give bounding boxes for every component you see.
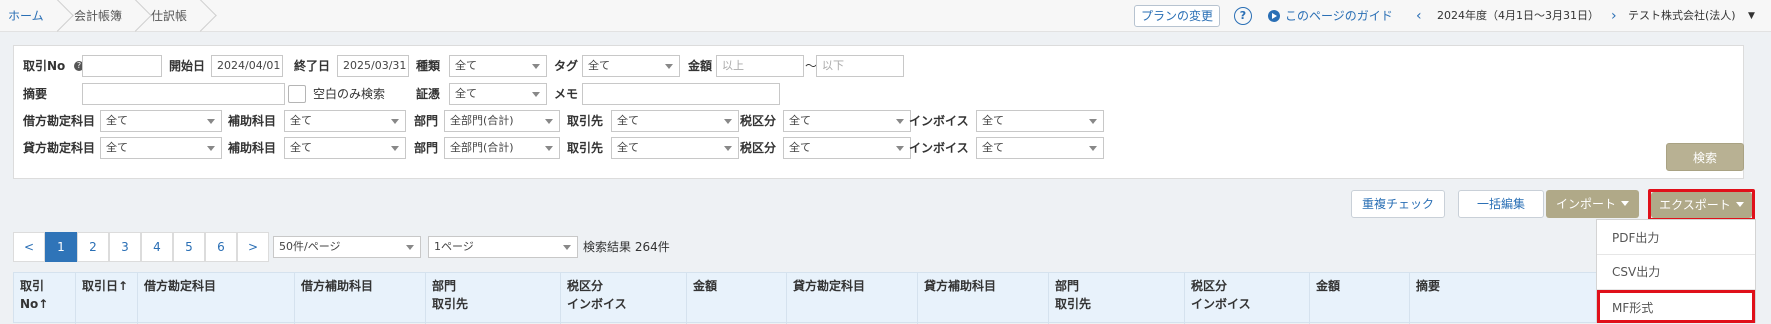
debit-partner-select[interactable]: 全て — [611, 110, 739, 132]
export-highlight — [1648, 189, 1755, 221]
next-page-button[interactable]: > — [237, 232, 269, 262]
breadcrumb-separator — [130, 0, 142, 32]
col-credit-tax-invoice: 税区分 インボイス — [1185, 273, 1310, 324]
debit-dept-select[interactable]: 全部門(合計) — [444, 110, 560, 132]
col-debit-account: 借方勘定科目 — [138, 273, 295, 324]
debit-sub-account-label: 補助科目 — [228, 114, 277, 128]
page-guide-link[interactable]: このページのガイド — [1285, 0, 1393, 32]
debit-sub-account-select[interactable]: 全て — [284, 110, 406, 132]
breadcrumb-journal: 仕訳帳 — [151, 9, 188, 23]
play-icon[interactable] — [1268, 10, 1280, 22]
duplicate-check-button[interactable]: 重複チェック — [1351, 190, 1445, 218]
col-debit-amount: 金額 — [687, 273, 787, 324]
col-debit-tax-invoice: 税区分 インボイス — [561, 273, 687, 324]
search-panel: 取引No ? 開始日 2024/04/01 終了日 2025/03/31 種類 … — [13, 45, 1744, 179]
debit-invoice-select[interactable]: 全て — [976, 110, 1104, 132]
chevron-down-icon[interactable]: ▼ — [1748, 0, 1755, 32]
start-date-label: 開始日 — [169, 59, 206, 73]
plan-change-button[interactable]: プランの変更 — [1134, 5, 1220, 27]
breadcrumb-ledger[interactable]: 会計帳簿 — [74, 0, 122, 32]
end-date-input[interactable]: 2025/03/31 — [337, 55, 409, 77]
import-button[interactable]: インポート — [1546, 190, 1639, 218]
help-icon[interactable]: ? — [1234, 7, 1252, 25]
company-selector[interactable]: テスト株式会社(法人) — [1628, 0, 1736, 32]
prev-page-button[interactable]: < — [13, 232, 45, 262]
credit-invoice-label: インボイス — [909, 141, 969, 155]
credit-dept-select[interactable]: 全部門(合計) — [444, 137, 560, 159]
breadcrumb-home[interactable]: ホーム — [8, 0, 44, 32]
blank-only-label: 空白のみ検索 — [313, 87, 386, 101]
credit-dept-label: 部門 — [414, 141, 439, 155]
credit-account-label: 貸方勘定科目 — [23, 141, 96, 155]
mf-format-highlight — [1597, 290, 1755, 323]
voucher-select[interactable]: 全て — [449, 83, 547, 105]
search-button[interactable]: 検索 — [1666, 143, 1744, 171]
next-year-icon[interactable]: › — [1611, 0, 1617, 32]
memo-input[interactable] — [582, 83, 780, 105]
summary-label: 摘要 — [23, 87, 48, 101]
end-date-label: 終了日 — [294, 59, 331, 73]
amount-label: 金額 — [688, 59, 713, 73]
start-date-input[interactable]: 2024/04/01 — [211, 55, 283, 77]
page-6-button[interactable]: 6 — [205, 232, 237, 262]
journal-table-header: 取引No↑ 取引日↑ 借方勘定科目 借方補助科目 部門 取引先 税区分 インボイス … — [13, 272, 1744, 324]
credit-tax-select[interactable]: 全て — [783, 137, 911, 159]
debit-dept-label: 部門 — [414, 114, 439, 128]
col-credit-sub-account: 貸方補助科目 — [918, 273, 1049, 324]
credit-tax-label: 税区分 — [740, 141, 777, 155]
page-number-select[interactable]: 1ページ — [428, 236, 578, 258]
credit-sub-account-label: 補助科目 — [228, 141, 277, 155]
page-5-button[interactable]: 5 — [173, 232, 205, 262]
bulk-edit-button[interactable]: 一括編集 — [1458, 190, 1544, 218]
credit-invoice-select[interactable]: 全て — [976, 137, 1104, 159]
col-credit-amount: 金額 — [1310, 273, 1410, 324]
caret-down-icon — [1621, 201, 1629, 206]
tag-label: タグ — [554, 59, 579, 73]
page-1-button[interactable]: 1 — [45, 232, 77, 262]
amount-min-input[interactable]: 以上 — [716, 55, 804, 77]
col-debit-dept-partner: 部門 取引先 — [426, 273, 561, 324]
debit-account-select[interactable]: 全て — [100, 110, 222, 132]
top-bar: ホーム 会計帳簿 仕訳帳 プランの変更 ? このページのガイド ‹ 2024年度… — [0, 0, 1771, 32]
amount-max-input[interactable]: 以下 — [816, 55, 904, 77]
credit-sub-account-select[interactable]: 全て — [284, 137, 406, 159]
tag-select[interactable]: 全て — [582, 55, 680, 77]
fiscal-year: 2024年度（4月1日〜3月31日） — [1437, 9, 1599, 22]
col-credit-account: 貸方勘定科目 — [787, 273, 918, 324]
blank-only-checkbox[interactable] — [288, 85, 306, 103]
credit-account-select[interactable]: 全て — [100, 137, 222, 159]
txn-no-input[interactable] — [82, 55, 162, 77]
type-select[interactable]: 全て — [449, 55, 547, 77]
export-pdf-item[interactable]: PDF出力 — [1597, 223, 1755, 253]
prev-year-icon[interactable]: ‹ — [1416, 0, 1422, 32]
voucher-label: 証憑 — [416, 87, 441, 101]
menu-divider — [1597, 254, 1755, 255]
import-label: インポート — [1555, 197, 1616, 211]
result-count: 検索結果 264件 — [583, 240, 670, 254]
col-credit-dept-partner: 部門 取引先 — [1049, 273, 1185, 324]
txn-no-label: 取引No — [23, 59, 66, 73]
export-csv-item[interactable]: CSV出力 — [1597, 257, 1755, 287]
debit-tax-label: 税区分 — [740, 114, 777, 128]
debit-invoice-label: インボイス — [909, 114, 969, 128]
breadcrumb-separator — [52, 0, 64, 32]
col-debit-sub-account: 借方補助科目 — [295, 273, 426, 324]
per-page-select[interactable]: 50件/ページ — [273, 236, 421, 258]
debit-tax-select[interactable]: 全て — [783, 110, 911, 132]
page-2-button[interactable]: 2 — [77, 232, 109, 262]
type-label: 種類 — [416, 59, 441, 73]
memo-label: メモ — [554, 87, 579, 101]
breadcrumb-separator — [195, 0, 207, 32]
summary-input[interactable] — [82, 83, 285, 105]
page-3-button[interactable]: 3 — [109, 232, 141, 262]
debit-partner-label: 取引先 — [567, 114, 604, 128]
page-4-button[interactable]: 4 — [141, 232, 173, 262]
debit-account-label: 借方勘定科目 — [23, 114, 96, 128]
col-txn-no[interactable]: 取引No↑ — [14, 273, 76, 324]
credit-partner-label: 取引先 — [567, 141, 604, 155]
col-txn-date[interactable]: 取引日↑ — [76, 273, 138, 324]
credit-partner-select[interactable]: 全て — [611, 137, 739, 159]
